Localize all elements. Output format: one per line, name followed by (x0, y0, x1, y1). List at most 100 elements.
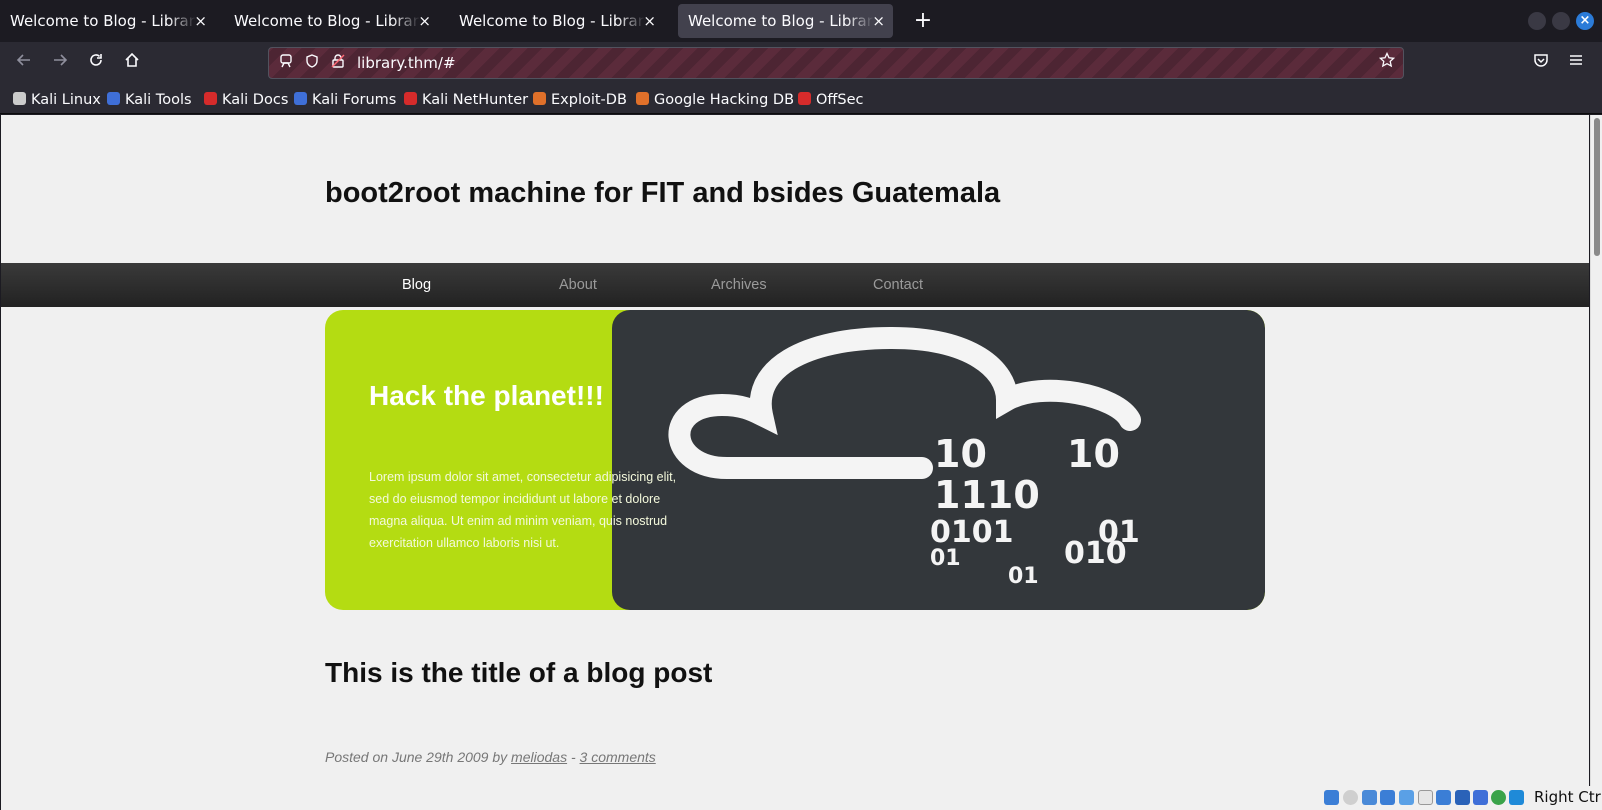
optical-drive-icon[interactable] (1343, 790, 1358, 805)
bookmark-kali-nethunter[interactable]: Kali NetHunter (404, 89, 528, 111)
hero-heading: Hack the planet!!! (369, 380, 604, 411)
audio-icon[interactable] (1362, 790, 1377, 805)
remote-control-icon[interactable] (277, 54, 295, 72)
kali-nethunter-icon (404, 92, 417, 105)
kali-dragon-icon (13, 92, 26, 105)
usb-icon[interactable] (1399, 790, 1414, 805)
bookmark-label: Kali Forums (312, 92, 397, 108)
kali-tools-icon (107, 92, 120, 105)
comments-link[interactable]: 3 comments (580, 749, 656, 765)
blog-post-title: This is the title of a blog post (325, 657, 713, 688)
menu-item-about[interactable]: About (559, 263, 597, 307)
binary-digits: 0101 (930, 515, 1014, 550)
network-icon[interactable] (1380, 790, 1395, 805)
bookmark-label: Google Hacking DB (654, 92, 795, 108)
maximize-window-icon[interactable] (1552, 12, 1570, 30)
bookmark-offsec[interactable]: OffSec (798, 89, 864, 111)
close-window-icon[interactable]: × (1576, 12, 1594, 30)
new-tab-icon[interactable]: + (909, 7, 937, 35)
pocket-button[interactable] (1527, 49, 1555, 77)
offsec-icon (798, 92, 811, 105)
browser-tab[interactable]: Welcome to Blog - Library Machine × (0, 4, 215, 38)
tab-close-icon[interactable]: × (643, 4, 656, 38)
bookmark-exploit-db[interactable]: Exploit-DB (533, 89, 627, 111)
cloud-binary-icon: 10 10 1110 0101 01 01 010 01 (668, 326, 1141, 589)
hard-disk-icon[interactable] (1324, 790, 1339, 805)
hero-paragraph: Lorem ipsum dolor sit amet, consectetur … (369, 470, 677, 550)
post-date: Posted on June 29th 2009 by (325, 749, 512, 765)
binary-digits: 01 (1008, 564, 1039, 589)
bookmark-label: OffSec (816, 92, 864, 108)
recording-icon[interactable] (1455, 790, 1470, 805)
minimize-window-icon[interactable] (1528, 12, 1546, 30)
tab-title: Welcome to Blog - Library Machine (10, 12, 196, 30)
bookmark-google-hacking-db[interactable]: Google Hacking DB (636, 89, 794, 111)
exploit-db-icon (533, 92, 546, 105)
binary-digits: 1110 (934, 473, 1040, 517)
binary-digits: 010 (1064, 536, 1127, 571)
post-meta: Posted on June 29th 2009 by meliodas - 3… (325, 749, 656, 765)
tab-title: Welcome to Blog - Library Machine (459, 12, 645, 30)
bookmark-kali-forums[interactable]: Kali Forums (294, 89, 396, 111)
binary-digits: 10 (934, 432, 987, 476)
kali-forums-icon (294, 92, 307, 105)
reload-icon (90, 54, 102, 66)
author-link[interactable]: meliodas (511, 749, 567, 765)
app-menu-button[interactable] (1562, 49, 1590, 77)
home-button[interactable] (118, 49, 146, 77)
back-button[interactable] (10, 49, 38, 77)
mouse-integration-icon[interactable] (1491, 790, 1506, 805)
kali-docs-icon (204, 92, 217, 105)
site-menu: Blog About Archives Contact (1, 263, 1589, 307)
forward-arrow-icon (54, 54, 68, 66)
menu-item-contact[interactable]: Contact (873, 263, 923, 307)
bookmark-label: Kali Docs (222, 92, 289, 108)
hamburger-menu-icon (1570, 55, 1582, 65)
reload-button[interactable] (82, 49, 110, 77)
binary-digits: 10 (1067, 432, 1120, 476)
browser-tab[interactable]: Welcome to Blog - Library Machine × (449, 4, 664, 38)
bookmark-kali-docs[interactable]: Kali Docs (204, 89, 288, 111)
url-text[interactable]: library.thm/# (357, 48, 456, 78)
insecure-lock-icon[interactable] (329, 54, 347, 72)
home-icon (125, 52, 139, 67)
tab-bar: Welcome to Blog - Library Machine × Welc… (0, 0, 1602, 42)
navigation-toolbar: library.thm/# (0, 42, 1602, 85)
vm-status-tray: Right Ctrl (1322, 786, 1602, 810)
shield-icon[interactable] (303, 54, 321, 72)
tab-close-icon[interactable]: × (418, 4, 431, 38)
back-arrow-icon (16, 54, 30, 66)
tab-title: Welcome to Blog - Library Machine (234, 12, 420, 30)
google-hacking-db-icon (636, 92, 649, 105)
bookmark-label: Kali Tools (125, 92, 192, 108)
menu-item-archives[interactable]: Archives (711, 263, 767, 307)
bookmarks-toolbar: Kali Linux Kali Tools Kali Docs Kali For… (0, 85, 1602, 114)
browser-tab[interactable]: Welcome to Blog - Library Machine × (224, 4, 439, 38)
bookmark-label: Kali NetHunter (422, 92, 529, 108)
bookmark-kali-linux[interactable]: Kali Linux (13, 89, 101, 111)
tab-close-icon[interactable]: × (872, 4, 885, 38)
binary-digits: 01 (930, 546, 961, 571)
host-key-label: Right Ctrl (1534, 788, 1602, 806)
scrollbar-thumb[interactable] (1594, 118, 1600, 256)
pocket-icon (1534, 54, 1548, 67)
menu-item-blog[interactable]: Blog (402, 263, 431, 307)
bookmark-label: Kali Linux (31, 92, 101, 108)
browser-tab-active[interactable]: Welcome to Blog - Library Machine × (678, 4, 893, 38)
address-bar[interactable]: library.thm/# (268, 47, 1404, 79)
tab-title: Welcome to Blog - Library Machine (688, 12, 874, 30)
bookmark-label: Exploit-DB (551, 92, 627, 108)
bookmark-star-icon[interactable] (1378, 51, 1396, 73)
meta-separator: - (567, 749, 580, 765)
shared-folders-icon[interactable] (1418, 790, 1433, 805)
virtualization-icon[interactable] (1473, 790, 1488, 805)
site-title: boot2root machine for FIT and bsides Gua… (325, 177, 1001, 209)
keyboard-capture-icon[interactable] (1509, 790, 1524, 805)
forward-button[interactable] (46, 49, 74, 77)
web-page: boot2root machine for FIT and bsides Gua… (1, 115, 1589, 810)
bookmark-kali-tools[interactable]: Kali Tools (107, 89, 192, 111)
page-scrollbar[interactable] (1590, 115, 1602, 810)
tab-close-icon[interactable]: × (194, 4, 207, 38)
display-icon[interactable] (1436, 790, 1451, 805)
hero-banner: 10 10 1110 0101 01 01 010 01 Hack the pl… (325, 310, 1265, 610)
